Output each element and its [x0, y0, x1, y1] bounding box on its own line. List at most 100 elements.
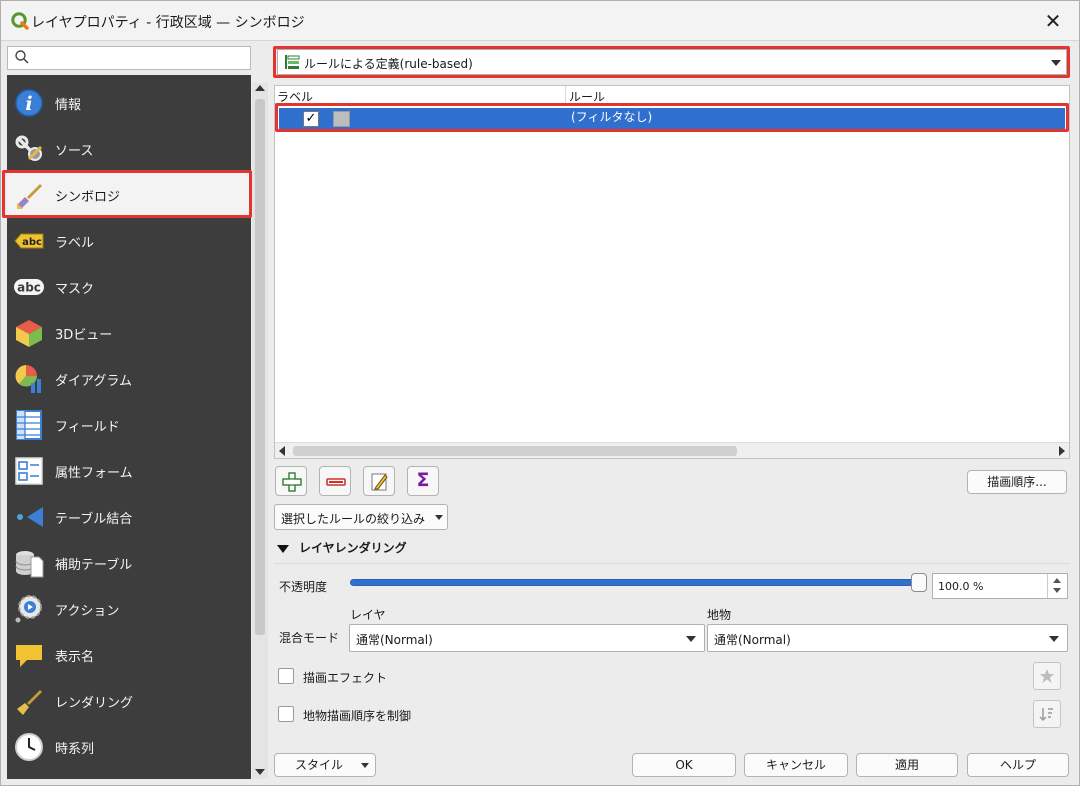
sidebar-item-information[interactable]: i 情報	[7, 79, 251, 125]
sidebar-item-rendering[interactable]: レンダリング	[7, 677, 251, 723]
chevron-down-icon	[435, 515, 443, 520]
window-title: レイヤプロパティ - 行政区域 — シンボロジ	[31, 15, 305, 31]
draw-effects-checkbox[interactable]	[278, 668, 294, 684]
opacity-label: 不透明度	[279, 580, 328, 594]
sidebar-item-label: フィールド	[55, 420, 120, 435]
svg-text:abc: abc	[17, 281, 41, 295]
style-button-label: スタイル	[295, 758, 344, 772]
sidebar-item-label: シンボロジ	[55, 190, 121, 205]
layer-blend-value: 通常(Normal)	[356, 633, 433, 647]
sidebar: i 情報 ソース シンボロジ abc ラベル abc マスク 3Dビュー ダイア…	[7, 75, 251, 779]
control-feature-order-checkbox[interactable]	[278, 706, 294, 722]
sidebar-scrollbar[interactable]	[252, 83, 268, 779]
fields-icon	[16, 410, 42, 440]
spin-down-icon[interactable]	[1053, 588, 1061, 593]
diagram-icon	[15, 365, 41, 393]
layer-properties-dialog: レイヤプロパティ - 行政区域 — シンボロジ ✕ i 情報 ソース シンボロジ…	[0, 0, 1080, 786]
sidebar-item-label: マスク	[55, 282, 95, 297]
opacity-value: 100.0 %	[938, 580, 984, 593]
sidebar-item-attributes-form[interactable]: 属性フォーム	[7, 447, 251, 493]
feature-order-button[interactable]	[1033, 700, 1061, 728]
search-icon	[15, 50, 29, 64]
render-order-button[interactable]: 描画順序...	[967, 470, 1067, 494]
sidebar-item-label: 表示名	[55, 650, 95, 665]
draw-effects-label: 描画エフェクト	[303, 671, 388, 685]
sidebar-item-diagrams[interactable]: ダイアグラム	[7, 355, 251, 401]
opacity-slider-track[interactable]	[350, 579, 926, 586]
sort-order-icon	[1039, 708, 1053, 722]
spin-up-icon[interactable]	[1053, 578, 1061, 583]
layer-rendering-header[interactable]: レイヤレンダリング	[277, 539, 407, 556]
tree-horizontal-scrollbar[interactable]	[275, 442, 1069, 458]
column-separator[interactable]	[565, 86, 566, 104]
feature-blend-value: 通常(Normal)	[714, 633, 791, 647]
apply-button[interactable]: 適用	[856, 753, 958, 777]
attribute-form-icon	[15, 457, 43, 485]
rule-symbol-swatch[interactable]	[333, 111, 350, 127]
effects-button[interactable]	[1033, 662, 1061, 690]
3d-view-icon	[16, 320, 42, 347]
sidebar-item-source[interactable]: ソース	[7, 125, 251, 171]
scroll-left-icon[interactable]	[279, 446, 285, 456]
search-input[interactable]	[34, 49, 244, 67]
sidebar-item-label: 情報	[55, 98, 82, 113]
sidebar-item-temporal[interactable]: 時系列	[7, 723, 251, 769]
renderer-type-dropdown[interactable]: ルールによる定義(rule-based)	[277, 49, 1067, 75]
sidebar-item-label: 属性フォーム	[55, 466, 133, 481]
cancel-button[interactable]: キャンセル	[744, 753, 848, 777]
edit-rule-button[interactable]	[363, 466, 395, 496]
opacity-slider-handle[interactable]	[911, 573, 927, 592]
layer-blend-dropdown[interactable]: 通常(Normal)	[349, 624, 705, 652]
sidebar-item-display[interactable]: 表示名	[7, 631, 251, 677]
refine-selected-rules-dropdown[interactable]: 選択したルールの絞り込み	[274, 504, 448, 530]
sidebar-item-joins[interactable]: テーブル結合	[7, 493, 251, 539]
scrollbar-thumb[interactable]	[255, 99, 265, 635]
sidebar-item-labels[interactable]: abc ラベル	[7, 217, 251, 263]
sigma-icon: Σ	[416, 469, 430, 491]
labels-icon: abc	[14, 233, 44, 249]
column-header-rule[interactable]: ルール	[569, 88, 605, 105]
remove-rule-icon	[326, 478, 346, 486]
collapse-triangle-icon[interactable]	[277, 544, 289, 553]
help-button[interactable]: ヘルプ	[967, 753, 1069, 777]
close-button[interactable]: ✕	[1041, 9, 1065, 33]
svg-text:abc: abc	[22, 237, 42, 248]
sidebar-item-3d-view[interactable]: 3Dビュー	[7, 309, 251, 355]
rule-row[interactable]: ✓ (フィルタなし)	[279, 108, 1065, 130]
sidebar-item-label: アクション	[55, 604, 120, 619]
style-menu-button[interactable]: スタイル	[274, 753, 376, 777]
sidebar-item-label: 時系列	[55, 742, 95, 757]
spin-buttons[interactable]	[1047, 574, 1067, 598]
scroll-down-icon[interactable]	[255, 769, 265, 775]
temporal-icon	[15, 733, 43, 761]
rendering-icon	[17, 690, 42, 715]
sidebar-item-symbology[interactable]: シンボロジ	[7, 171, 251, 217]
sidebar-item-actions[interactable]: アクション	[7, 585, 251, 631]
info-icon: i	[15, 89, 43, 117]
joins-icon	[17, 507, 43, 527]
rules-tree[interactable]: ラベル ルール ✓ (フィルタなし)	[274, 85, 1070, 459]
ok-button[interactable]: OK	[632, 753, 736, 777]
feature-blend-dropdown[interactable]: 通常(Normal)	[707, 624, 1068, 652]
display-icon	[16, 645, 42, 667]
blend-mode-label: 混合モード	[279, 631, 340, 645]
scroll-right-icon[interactable]	[1059, 446, 1065, 456]
opacity-spinbox[interactable]: 100.0 %	[932, 573, 1068, 599]
rule-enabled-checkbox[interactable]: ✓	[303, 111, 319, 127]
scrollbar-thumb[interactable]	[293, 446, 737, 456]
search-field[interactable]	[7, 46, 251, 70]
layer-blend-caption: レイヤ	[350, 608, 386, 622]
sidebar-item-auxiliary-storage[interactable]: 補助テーブル	[7, 539, 251, 585]
remove-rule-button[interactable]	[319, 466, 351, 496]
refine-rule-button[interactable]: Σ	[407, 466, 439, 496]
control-feature-order-label: 地物描画順序を制御	[303, 709, 412, 723]
chevron-down-icon	[361, 763, 369, 768]
scroll-up-icon[interactable]	[255, 85, 265, 91]
column-header-label[interactable]: ラベル	[277, 88, 313, 105]
sidebar-item-fields[interactable]: フィールド	[7, 401, 251, 447]
add-rule-button[interactable]	[275, 466, 307, 496]
tree-header: ラベル ルール	[275, 86, 1069, 104]
auxiliary-storage-icon	[15, 551, 44, 578]
sidebar-item-mask[interactable]: abc マスク	[7, 263, 251, 309]
layer-rendering-title: レイヤレンダリング	[299, 541, 407, 555]
